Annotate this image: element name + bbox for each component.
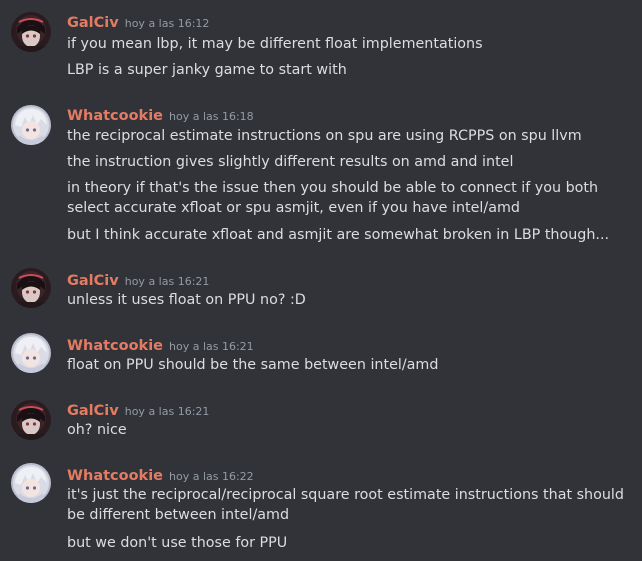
message-header: Whatcookie hoy a las 16:18 [67,105,254,125]
username[interactable]: GalCiv [67,273,119,289]
message-text: but we don't use those for PPU [67,535,288,551]
message-text: LBP is a super janky game to start with [67,62,347,78]
user-avatar-dark-icon[interactable] [11,12,51,52]
username[interactable]: Whatcookie [67,108,163,124]
message-header: Whatcookie hoy a las 16:21 [67,335,254,355]
message-header: GalCiv hoy a las 16:12 [67,12,209,32]
chat-message-list: GalCiv hoy a las 16:12 if you mean lbp, i… [0,0,642,561]
username[interactable]: Whatcookie [67,468,163,484]
message-text: if you mean lbp, it may be different flo… [67,36,483,52]
user-avatar-light-icon[interactable] [11,333,51,373]
username[interactable]: Whatcookie [67,338,163,354]
message-text: unless it uses float on PPU no? :D [67,292,306,308]
message-header: GalCiv hoy a las 16:21 [67,270,209,290]
message-text: in theory if that's the issue then you s… [67,180,599,216]
message-timestamp[interactable]: hoy a las 16:22 [169,470,254,483]
message-timestamp[interactable]: hoy a las 16:21 [125,405,210,418]
message-header: Whatcookie hoy a las 16:22 [67,465,254,485]
message-text: the reciprocal estimate instructions on … [67,128,582,144]
message-timestamp[interactable]: hoy a las 16:21 [169,340,254,353]
message-timestamp[interactable]: hoy a las 16:18 [169,110,254,123]
message-timestamp[interactable]: hoy a las 16:21 [125,275,210,288]
message-text: oh? nice [67,422,127,438]
user-avatar-light-icon[interactable] [11,463,51,503]
message-text: but I think accurate xfloat and asmjit a… [67,227,610,243]
message-header: GalCiv hoy a las 16:21 [67,400,209,420]
username[interactable]: GalCiv [67,15,119,31]
message-text: the instruction gives slightly different… [67,154,514,170]
message-text: it's just the reciprocal/reciprocal squa… [67,487,624,523]
user-avatar-light-icon[interactable] [11,105,51,145]
username[interactable]: GalCiv [67,403,119,419]
message-text: float on PPU should be the same between … [67,357,439,373]
user-avatar-dark-icon[interactable] [11,400,51,440]
message-timestamp[interactable]: hoy a las 16:12 [125,17,210,30]
user-avatar-dark-icon[interactable] [11,268,51,308]
